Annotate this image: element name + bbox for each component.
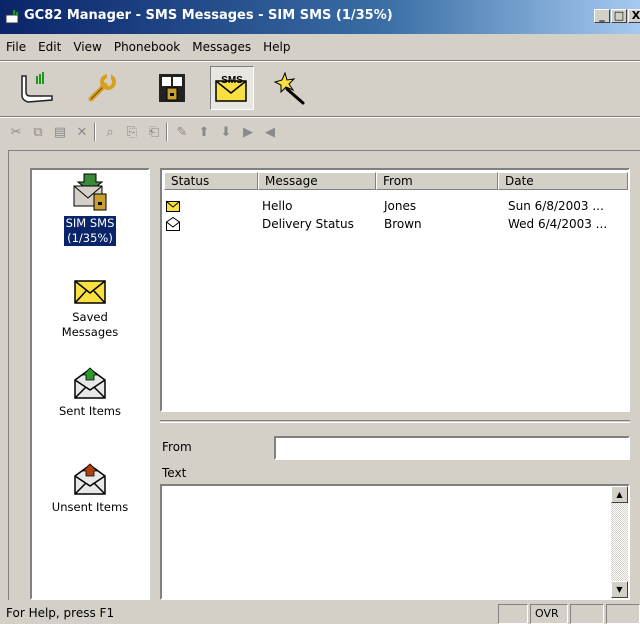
sms-button[interactable]: SMS xyxy=(210,66,254,110)
nav-item-saved-messages[interactable]: Saved Messages xyxy=(32,278,148,340)
read-envelope-icon xyxy=(166,217,180,231)
message-cell: Delivery Status xyxy=(262,217,354,231)
nav-label-line1: Saved xyxy=(72,310,108,324)
title-bar[interactable]: GC82 Manager - SMS Messages - SIM SMS (1… xyxy=(0,0,640,34)
download-button[interactable]: ⬇ xyxy=(216,123,236,141)
paste-icon: ▤ xyxy=(53,124,67,140)
magic-wand-icon xyxy=(273,71,305,105)
from-label: From xyxy=(162,440,192,454)
find-button[interactable]: ⌕ xyxy=(100,123,120,141)
column-header-message[interactable]: Message xyxy=(258,172,376,190)
delete-button[interactable]: ✕ xyxy=(72,123,92,141)
nav-item-unsent-items[interactable]: Unsent Items xyxy=(32,462,148,515)
ovr-indicator: OVR xyxy=(530,604,568,624)
menu-help[interactable]: Help xyxy=(257,40,296,54)
nav-label: Unsent Items xyxy=(51,500,129,514)
unsent-items-icon xyxy=(74,463,106,495)
main-toolbar: SMS xyxy=(0,62,640,114)
find-icon: ⌕ xyxy=(106,124,114,140)
maximize-button[interactable]: □ xyxy=(611,9,627,23)
window-title: GC82 Manager - SMS Messages - SIM SMS (1… xyxy=(24,8,393,23)
text-scrollbar[interactable]: ▲ ▼ xyxy=(611,486,628,598)
table-row[interactable]: Hello Jones Sun 6/8/2003 ... xyxy=(162,198,628,214)
nav-label-line1: SIM SMS xyxy=(65,216,115,230)
from-cell: Jones xyxy=(384,199,417,213)
status-help-text: For Help, press F1 xyxy=(6,606,115,620)
from-field[interactable] xyxy=(274,436,630,460)
date-cell: Sun 6/8/2003 ... xyxy=(508,199,604,213)
copy-to-phone-icon: ⎘ xyxy=(126,124,138,140)
sms-envelope-icon: SMS xyxy=(215,75,247,102)
status-bar: For Help, press F1 OVR xyxy=(0,602,640,624)
message-cell: Hello xyxy=(262,199,293,213)
nav-label-line2: Messages xyxy=(61,325,119,339)
copy-button[interactable]: ⧉ xyxy=(28,123,48,141)
phone-connect-icon xyxy=(21,72,53,103)
sent-items-icon xyxy=(74,367,106,399)
svg-text:SMS: SMS xyxy=(221,75,243,86)
folder-nav-panel: SIM SMS (1/35%) Saved Messages Sent Items … xyxy=(30,168,150,600)
scroll-down-button[interactable]: ▼ xyxy=(611,581,628,598)
column-header-status[interactable]: Status xyxy=(164,172,258,190)
paste-button[interactable]: ▤ xyxy=(50,123,70,141)
receive-button[interactable]: ◀ xyxy=(260,123,280,141)
cut-icon: ✂ xyxy=(10,124,22,140)
new-message-button[interactable]: ✎ xyxy=(172,123,192,141)
column-header-from[interactable]: From xyxy=(376,172,498,190)
toolbar-divider xyxy=(94,123,96,141)
pane-splitter[interactable] xyxy=(160,420,630,423)
download-icon: ⬇ xyxy=(220,124,232,140)
edit-toolbar: ✂ ⧉ ▤ ✕ ⌕ ⎘ ⎗ ✎ ⬆ ⬇ ▶ ◀ xyxy=(0,118,640,146)
receive-icon: ◀ xyxy=(265,124,275,140)
menu-file[interactable]: File xyxy=(0,40,32,54)
phonebook-button[interactable] xyxy=(150,66,194,110)
toolbar-divider xyxy=(166,123,168,141)
wrench-settings-icon xyxy=(88,74,116,102)
upload-icon: ⬆ xyxy=(198,124,210,140)
status-pane xyxy=(606,604,640,624)
menu-bar: File Edit View Phonebook Messages Help xyxy=(0,36,640,58)
table-row[interactable]: Delivery Status Brown Wed 6/4/2003 ... xyxy=(162,216,628,232)
app-icon xyxy=(5,10,19,24)
nav-item-sim-sms[interactable]: SIM SMS (1/35%) xyxy=(32,172,148,246)
copy-icon: ⧉ xyxy=(33,124,43,140)
close-button[interactable]: X xyxy=(628,9,640,23)
send-icon: ▶ xyxy=(243,124,253,140)
status-pane xyxy=(498,604,528,624)
menu-messages[interactable]: Messages xyxy=(186,40,257,54)
minimize-button[interactable]: _ xyxy=(594,9,610,23)
cut-button[interactable]: ✂ xyxy=(6,123,26,141)
new-message-icon: ✎ xyxy=(176,124,188,140)
text-label: Text xyxy=(162,466,187,480)
settings-button[interactable] xyxy=(80,66,124,110)
phone-connect-button[interactable] xyxy=(14,66,58,110)
saved-messages-icon xyxy=(74,280,106,304)
status-pane xyxy=(570,604,604,624)
from-cell: Brown xyxy=(384,217,422,231)
unread-envelope-icon xyxy=(166,201,180,212)
copy-to-sim-button[interactable]: ⎗ xyxy=(144,123,164,141)
scroll-up-button[interactable]: ▲ xyxy=(611,486,628,503)
upload-button[interactable]: ⬆ xyxy=(194,123,214,141)
wizard-button[interactable] xyxy=(268,66,312,110)
column-header-date[interactable]: Date xyxy=(498,172,628,190)
menu-edit[interactable]: Edit xyxy=(32,40,67,54)
copy-to-sim-icon: ⎗ xyxy=(148,124,160,140)
date-cell: Wed 6/4/2003 ... xyxy=(508,217,608,231)
menu-phonebook[interactable]: Phonebook xyxy=(108,40,186,54)
message-text-area[interactable]: ▲ ▼ xyxy=(160,484,630,600)
copy-to-phone-button[interactable]: ⎘ xyxy=(122,123,142,141)
delete-icon: ✕ xyxy=(76,124,88,140)
sim-sms-icon xyxy=(73,173,107,211)
send-button[interactable]: ▶ xyxy=(238,123,258,141)
message-list: Status Message From Date Hello Jones Sun… xyxy=(160,168,630,412)
nav-item-sent-items[interactable]: Sent Items xyxy=(32,366,148,419)
menu-view[interactable]: View xyxy=(67,40,107,54)
phonebook-icon xyxy=(159,74,185,102)
nav-label: Sent Items xyxy=(59,404,121,418)
nav-label-line2: (1/35%) xyxy=(67,231,113,245)
